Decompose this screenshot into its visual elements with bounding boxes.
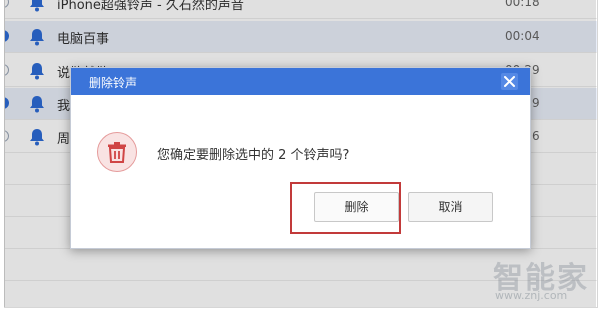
dialog-message: 您确定要删除选中的 2 个铃声吗? <box>157 148 350 163</box>
dialog-title: 删除铃声 <box>89 76 138 90</box>
watermark-url: www.znj.com <box>495 289 568 302</box>
watermark: 智能家 www.znj.com <box>475 253 590 303</box>
trash-icon <box>108 142 126 163</box>
cancel-button[interactable]: 取消 <box>408 192 493 222</box>
trash-icon-badge <box>97 132 137 172</box>
close-icon <box>504 76 515 87</box>
delete-button-highlight <box>290 182 401 234</box>
dialog-header: 删除铃声 <box>71 68 530 95</box>
close-button[interactable] <box>501 73 518 90</box>
